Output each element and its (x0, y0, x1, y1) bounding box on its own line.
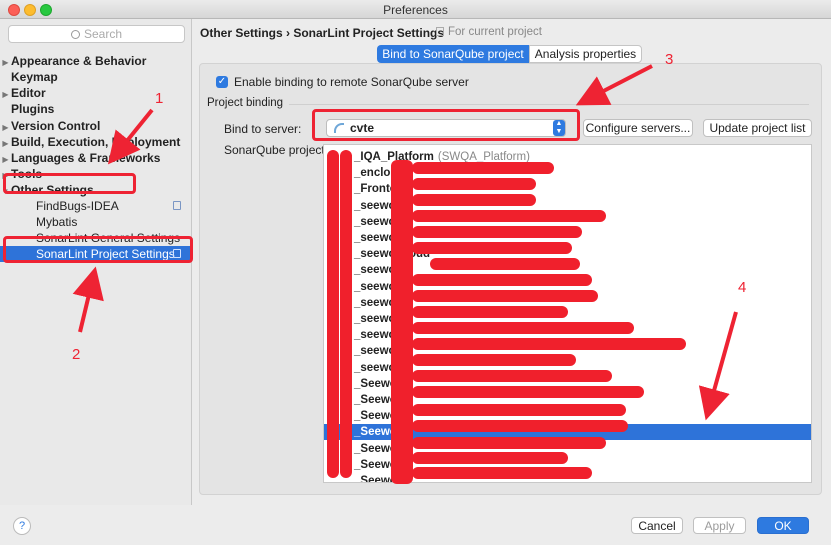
annotation-arrow-2 (72, 266, 104, 333)
apply-button[interactable]: Apply (693, 517, 746, 534)
annotation-arrow-1 (107, 108, 154, 165)
ok-button[interactable]: OK (757, 517, 809, 534)
cancel-button[interactable]: Cancel (631, 517, 683, 534)
annotation-arrow-4 (698, 311, 738, 421)
annotation-arrow-3 (575, 64, 653, 106)
help-button[interactable]: ? (13, 517, 31, 535)
annotation-arrows (72, 64, 738, 421)
